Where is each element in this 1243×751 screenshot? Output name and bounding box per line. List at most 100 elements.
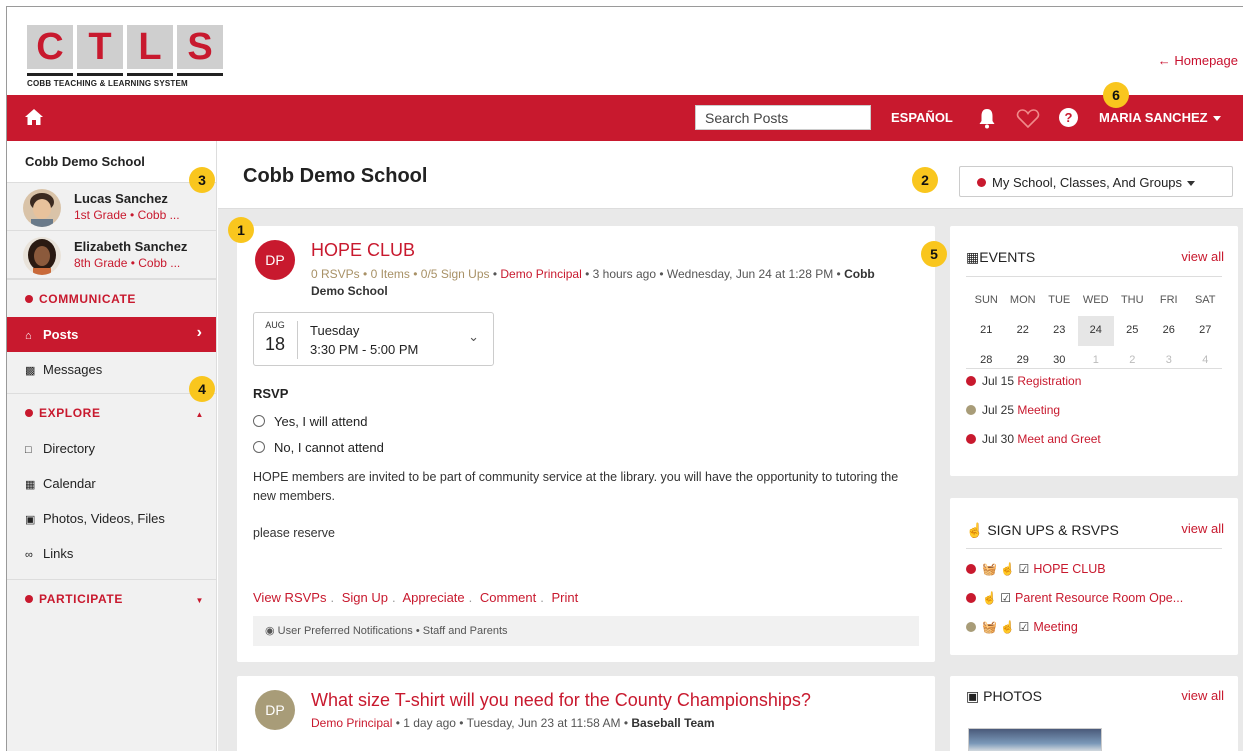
signup-item[interactable]: 🧺 ☝ ☑ Meeting xyxy=(966,620,1183,649)
caret-down-icon: ▼ xyxy=(195,596,204,605)
badge-5: 5 xyxy=(921,241,947,267)
sidebar-school[interactable]: Cobb Demo School xyxy=(7,141,216,183)
photos-view-all[interactable]: view all xyxy=(1181,688,1224,703)
caret-down-icon xyxy=(1187,181,1196,187)
calendar-day[interactable]: 28 xyxy=(968,346,1005,376)
sidebar-item-links[interactable]: ∞ Links xyxy=(7,536,216,571)
avatar xyxy=(23,237,61,275)
logo-letter-c: C xyxy=(27,25,73,69)
section-participate[interactable]: PARTICIPATE ▼ xyxy=(7,579,216,617)
signups-heading: ☝ SIGN UPS & RSVPS xyxy=(966,522,1119,538)
user-menu[interactable]: MARIA SANCHEZ xyxy=(1099,110,1221,125)
student-lucas[interactable]: Lucas Sanchez 1st Grade • Cobb ... xyxy=(7,183,216,231)
ctls-logo[interactable]: C T L S COBB TEACHING & LEARNING SYSTEM xyxy=(27,22,223,90)
calendar-day[interactable]: 2 xyxy=(1114,346,1151,376)
caret-up-icon: ▲ xyxy=(195,410,204,419)
calendar-icon: ▦ xyxy=(966,249,980,265)
main-content: Cobb Demo School My School, Classes, And… xyxy=(218,141,1243,751)
rsvp-no-radio[interactable]: No, I cannot attend xyxy=(253,440,384,455)
chevron-down-icon: ⌄ xyxy=(468,329,479,344)
calendar-day[interactable]: 3 xyxy=(1151,346,1188,376)
signup-item[interactable]: 🧺 ☝ ☑ HOPE CLUB xyxy=(966,562,1183,591)
student-grade: 1st Grade • Cobb ... xyxy=(74,208,180,222)
logo-letter-l: L xyxy=(127,25,173,69)
logo-letter-s: S xyxy=(177,25,223,69)
avatar xyxy=(23,189,61,227)
section-explore[interactable]: EXPLORE ▲ xyxy=(7,393,216,431)
calendar-day[interactable]: 23 xyxy=(1041,316,1078,346)
author-link[interactable]: Demo Principal xyxy=(311,716,392,730)
print-link[interactable]: Print xyxy=(552,590,579,605)
post-actions: View RSVPs. Sign Up. Appreciate. Comment… xyxy=(253,590,579,605)
comment-link[interactable]: Comment xyxy=(480,590,536,605)
event-item[interactable]: Jul 25 Meeting xyxy=(966,403,1101,432)
dot-icon xyxy=(25,409,33,417)
photo-thumbnail[interactable] xyxy=(968,728,1102,751)
photos-widget: ▣ PHOTOS view all xyxy=(950,676,1238,751)
calendar-day[interactable]: 22 xyxy=(1005,316,1042,346)
post-card: DP HOPE CLUB 0 RSVPs • 0 Items • 0/5 Sig… xyxy=(237,226,935,662)
caret-down-icon xyxy=(1212,116,1221,122)
arrow-left-icon: ← xyxy=(1157,53,1171,68)
calendar-day[interactable]: 1 xyxy=(1078,346,1115,376)
sidebar-item-photos[interactable]: ▣ Photos, Videos, Files xyxy=(7,501,216,536)
page-title: Cobb Demo School xyxy=(243,165,428,187)
post-body-extra: please reserve xyxy=(253,526,335,540)
mini-calendar: SUN MON TUE WED THU FRI SAT 21 22 23 24 … xyxy=(968,286,1228,376)
calendar-day[interactable]: 4 xyxy=(1187,346,1224,376)
rsvp-yes-radio[interactable]: Yes, I will attend xyxy=(253,414,367,429)
events-widget: ▦EVENTS view all SUN MON TUE WED THU FRI… xyxy=(950,226,1238,476)
help-icon[interactable]: ? xyxy=(1059,108,1078,127)
calendar-day[interactable]: 21 xyxy=(968,316,1005,346)
language-toggle[interactable]: ESPAÑOL xyxy=(891,110,953,125)
sidebar: Cobb Demo School Lucas Sanchez 1st Grade… xyxy=(7,141,217,751)
sidebar-item-messages[interactable]: ▩ Messages xyxy=(7,352,216,387)
group-filter-dropdown[interactable]: My School, Classes, And Groups xyxy=(959,166,1233,197)
homepage-link[interactable]: ← Homepage xyxy=(1158,53,1238,68)
post-title[interactable]: What size T-shirt will you need for the … xyxy=(311,690,811,711)
sidebar-item-calendar[interactable]: ▦ Calendar xyxy=(7,466,216,501)
badge-6: 6 xyxy=(1103,82,1129,108)
search-input[interactable]: Search Posts xyxy=(695,105,871,130)
sidebar-item-directory[interactable]: □ Directory xyxy=(7,431,216,466)
logo-letter-t: T xyxy=(77,25,123,69)
events-view-all[interactable]: view all xyxy=(1181,249,1224,264)
calendar-day[interactable]: 26 xyxy=(1151,316,1188,346)
calendar-day-today[interactable]: 24 xyxy=(1077,316,1114,346)
calendar-day[interactable]: 30 xyxy=(1041,346,1078,376)
signups-view-all[interactable]: view all xyxy=(1181,521,1224,536)
badge-2: 2 xyxy=(912,167,938,193)
eye-icon: ◉ xyxy=(265,625,275,637)
event-date-box[interactable]: AUG 18 Tuesday 3:30 PM - 5:00 PM ⌄ xyxy=(253,312,494,366)
event-item[interactable]: Jul 30 Meet and Greet xyxy=(966,432,1101,461)
signups-widget: ☝ SIGN UPS & RSVPS view all 🧺 ☝ ☑ HOPE CL… xyxy=(950,498,1238,655)
sidebar-item-posts[interactable]: ⌂ Posts › xyxy=(7,317,216,352)
heart-icon[interactable] xyxy=(1016,107,1040,129)
notification-info: ◉ User Preferred Notifications • Staff a… xyxy=(253,616,919,646)
signup-item[interactable]: ☝ ☑ Parent Resource Room Ope... xyxy=(966,591,1183,620)
sign-up-link[interactable]: Sign Up xyxy=(342,590,388,605)
post-card: DP What size T-shirt will you need for t… xyxy=(237,676,935,751)
badge-3: 3 xyxy=(189,167,215,193)
post-title[interactable]: HOPE CLUB xyxy=(311,240,415,261)
comments-icon: ▩ xyxy=(25,365,36,377)
view-rsvps-link[interactable]: View RSVPs xyxy=(253,590,326,605)
post-meta: 0 RSVPs • 0 Items • 0/5 Sign Ups • Demo … xyxy=(311,267,875,298)
student-name: Elizabeth Sanchez xyxy=(74,239,188,254)
bell-icon[interactable] xyxy=(977,107,997,129)
calendar-day[interactable]: 29 xyxy=(1005,346,1042,376)
home-icon[interactable] xyxy=(23,107,45,127)
home-icon: ⌂ xyxy=(25,330,32,342)
calendar-day[interactable]: 25 xyxy=(1114,316,1151,346)
student-elizabeth[interactable]: Elizabeth Sanchez 8th Grade • Cobb ... xyxy=(7,231,216,279)
logo-tagline: COBB TEACHING & LEARNING SYSTEM xyxy=(27,79,188,88)
calendar-day[interactable]: 27 xyxy=(1187,316,1224,346)
author-link[interactable]: Demo Principal xyxy=(500,267,581,281)
chevron-right-icon: › xyxy=(196,324,202,341)
badge-4: 4 xyxy=(189,376,215,402)
post-meta: Demo Principal • 1 day ago • Tuesday, Ju… xyxy=(311,716,715,730)
section-communicate[interactable]: COMMUNICATE xyxy=(7,279,216,317)
appreciate-link[interactable]: Appreciate xyxy=(403,590,465,605)
event-item[interactable]: Jul 15 Registration xyxy=(966,374,1101,403)
photos-heading: ▣ PHOTOS xyxy=(966,688,1042,704)
